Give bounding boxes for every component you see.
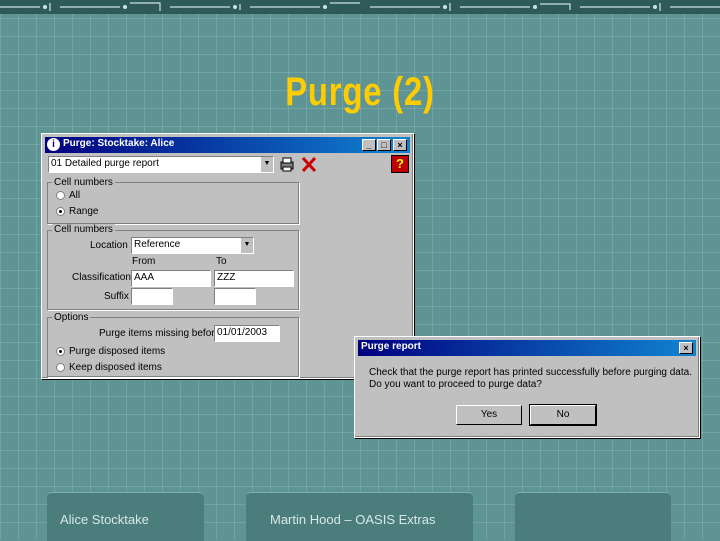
purge-missing-date-value: 01/01/2003	[217, 327, 268, 338]
to-label: To	[216, 256, 227, 267]
help-icon[interactable]: ?	[391, 155, 409, 173]
cell-numbers-label-2: Cell numbers	[52, 224, 115, 235]
radio-keep-disposed-label: Keep disposed items	[69, 362, 162, 373]
cell-numbers-group-1	[47, 182, 299, 224]
classification-from-value: AAA	[134, 272, 155, 283]
footer-left-text: Alice Stocktake	[60, 512, 149, 527]
footer-tab-right	[515, 492, 671, 541]
chevron-down-icon[interactable]: ▼	[240, 238, 253, 253]
dialog-title: Purge report	[361, 341, 422, 352]
classification-to-value: ZZZ	[217, 272, 236, 283]
suffix-to-field[interactable]	[214, 288, 256, 305]
purge-report-dialog: Purge report × Check that the purge repo…	[354, 336, 700, 438]
purge-window-title: Purge: Stocktake: Alice	[63, 138, 175, 149]
chevron-down-icon[interactable]: ▼	[260, 157, 273, 172]
radio-all[interactable]	[56, 191, 65, 200]
purge-missing-label: Purge items missing before	[99, 328, 221, 339]
footer-tab-center: Martin Hood – OASIS Extras	[246, 492, 473, 541]
printer-icon[interactable]	[278, 156, 296, 173]
maximize-icon[interactable]: □	[377, 139, 391, 151]
classification-from-field[interactable]: AAA	[131, 270, 211, 287]
footer-center-text: Martin Hood – OASIS Extras	[270, 512, 436, 527]
options-label: Options	[52, 312, 91, 323]
close-icon[interactable]: ×	[679, 342, 693, 354]
location-value: Reference	[134, 239, 181, 250]
info-icon: i	[47, 138, 60, 151]
minimize-icon[interactable]: _	[362, 139, 376, 151]
purge-missing-date-field[interactable]: 01/01/2003	[214, 325, 280, 342]
location-select[interactable]: Reference ▼	[131, 237, 254, 254]
radio-range-label: Range	[69, 206, 99, 217]
suffix-from-field[interactable]	[131, 288, 173, 305]
suffix-label: Suffix	[104, 291, 129, 302]
radio-range[interactable]	[56, 207, 65, 216]
purge-window-titlebar[interactable]: i Purge: Stocktake: Alice _ □ ×	[45, 137, 410, 153]
classification-label: Classification	[72, 272, 131, 283]
classification-to-field[interactable]: ZZZ	[214, 270, 294, 287]
no-button[interactable]: No	[529, 404, 597, 426]
from-label: From	[132, 256, 156, 267]
slide-title: Purge (2)	[285, 70, 435, 114]
dialog-titlebar[interactable]: Purge report ×	[358, 340, 696, 356]
radio-purge-disposed-label: Purge disposed items	[69, 346, 166, 357]
radio-all-label: All	[69, 190, 81, 201]
report-type-value: 01 Detailed purge report	[51, 158, 159, 169]
report-type-select[interactable]: 01 Detailed purge report ▼	[48, 156, 274, 173]
circuit-band	[0, 0, 720, 14]
cell-numbers-label-1: Cell numbers	[52, 177, 115, 188]
cancel-x-icon[interactable]	[300, 156, 318, 173]
radio-keep-disposed[interactable]	[56, 363, 65, 372]
footer-tab-left: Alice Stocktake	[47, 492, 204, 541]
close-icon[interactable]: ×	[393, 139, 407, 151]
dialog-message-2: Do you want to proceed to purge data?	[369, 379, 542, 390]
location-label: Location	[90, 240, 128, 251]
dialog-message-1: Check that the purge report has printed …	[369, 367, 692, 378]
yes-button[interactable]: Yes	[456, 405, 522, 425]
radio-purge-disposed[interactable]	[56, 347, 65, 356]
